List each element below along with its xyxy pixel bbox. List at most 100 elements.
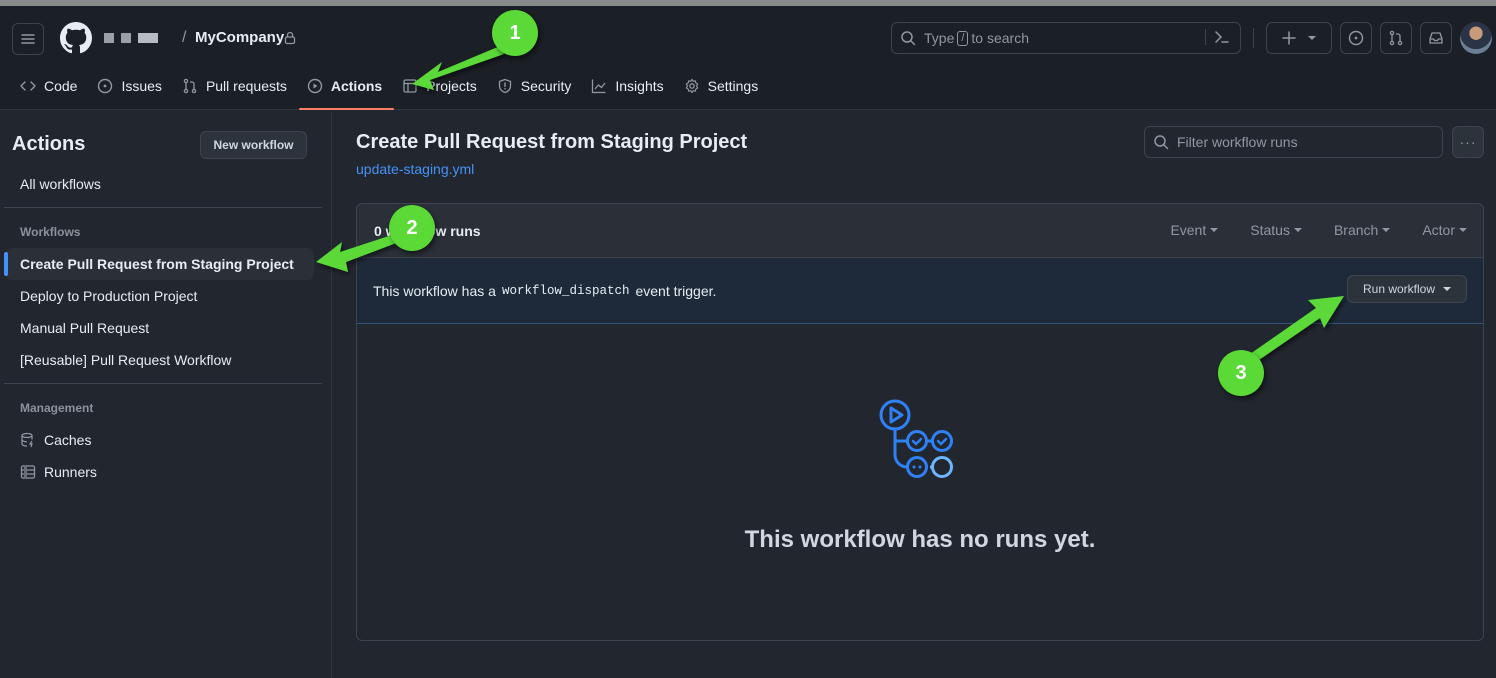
sidebar-item-label: Create Pull Request from Staging Project xyxy=(20,256,294,272)
tab-label: Pull requests xyxy=(205,78,287,94)
runs-filters: Event Status Branch Actor xyxy=(1170,222,1467,238)
sidebar-item-workflow[interactable]: [Reusable] Pull Request Workflow xyxy=(6,344,314,376)
filter-event-dropdown[interactable]: Event xyxy=(1170,222,1219,238)
tab-pull-requests[interactable]: Pull requests xyxy=(174,68,299,104)
filter-label: Status xyxy=(1250,222,1290,238)
inbox-icon xyxy=(1429,32,1443,44)
table-icon xyxy=(403,79,417,93)
run-workflow-label: Run workflow xyxy=(1362,282,1436,296)
sidebar-item-label: [Reusable] Pull Request Workflow xyxy=(20,352,232,368)
repo-header: / MyCompany Type / to search Code Issues xyxy=(0,6,1496,110)
search-placeholder-suffix: to search xyxy=(971,30,1030,46)
chevron-down-icon xyxy=(1308,36,1316,40)
runs-header: 0 workflow runs Event Status Branch Acto… xyxy=(357,204,1483,258)
pull-request-icon xyxy=(1389,30,1403,46)
annotation-badge-1: 1 xyxy=(492,10,538,56)
terminal-icon xyxy=(1215,31,1229,43)
actions-sidebar: Actions New workflow All workflows Workf… xyxy=(0,111,332,678)
sidebar-item-workflow[interactable]: Create Pull Request from Staging Project xyxy=(4,248,314,280)
chevron-down-icon xyxy=(1210,228,1219,232)
tab-projects[interactable]: Projects xyxy=(394,68,489,104)
tab-label: Code xyxy=(44,78,78,94)
filter-status-dropdown[interactable]: Status xyxy=(1250,222,1302,238)
new-workflow-button[interactable]: New workflow xyxy=(200,131,307,159)
sidebar-item-caches[interactable]: Caches xyxy=(6,424,314,456)
tab-label: Security xyxy=(520,78,572,94)
sidebar-item-workflow[interactable]: Deploy to Production Project xyxy=(6,280,314,312)
search-icon xyxy=(1154,135,1169,150)
header-divider xyxy=(1253,28,1254,48)
tab-security[interactable]: Security xyxy=(489,68,584,104)
pull-request-icon xyxy=(183,78,197,94)
sidebar-item-workflow[interactable]: Manual Pull Request xyxy=(6,312,314,344)
sidebar-item-runners[interactable]: Runners xyxy=(6,456,314,488)
repo-tabs: Code Issues Pull requests Actions Projec… xyxy=(0,68,770,110)
shield-icon xyxy=(498,78,511,94)
hamburger-icon xyxy=(21,34,35,44)
sidebar-item-label: Runners xyxy=(44,464,97,480)
user-avatar[interactable] xyxy=(1460,22,1492,54)
issue-icon xyxy=(98,78,113,94)
chevron-down-icon xyxy=(1459,228,1467,232)
sidebar-divider xyxy=(4,207,322,208)
filter-workflow-runs-input[interactable]: Filter workflow runs xyxy=(1144,126,1443,158)
tab-settings[interactable]: Settings xyxy=(676,68,771,104)
code-icon xyxy=(20,81,36,91)
search-shortcut-key: / xyxy=(957,30,969,46)
filter-actor-dropdown[interactable]: Actor xyxy=(1422,222,1467,238)
dispatch-code: workflow_dispatch xyxy=(501,283,630,298)
sidebar-item-label: Manual Pull Request xyxy=(20,320,150,336)
sidebar-section-management: Management xyxy=(20,401,94,415)
chevron-down-icon xyxy=(1382,228,1391,232)
annotation-badge-3: 3 xyxy=(1218,350,1264,396)
workflow-dispatch-banner: This workflow has a workflow_dispatch ev… xyxy=(357,258,1483,324)
tab-code[interactable]: Code xyxy=(12,68,89,104)
issues-button[interactable] xyxy=(1340,22,1372,54)
plus-icon xyxy=(1282,31,1296,45)
dispatch-text-prefix: This workflow has a xyxy=(373,282,496,299)
tab-label: Actions xyxy=(330,78,383,94)
tab-label: Settings xyxy=(707,78,759,94)
tab-insights[interactable]: Insights xyxy=(583,68,675,104)
pull-requests-button[interactable] xyxy=(1380,22,1412,54)
github-logo-icon[interactable] xyxy=(60,22,92,54)
workflow-file-link[interactable]: update-staging.yml xyxy=(356,161,474,177)
sidebar-item-label: All workflows xyxy=(20,176,101,192)
owner-name-redacted[interactable] xyxy=(104,33,158,43)
sidebar-divider xyxy=(4,383,322,384)
filter-label: Event xyxy=(1170,222,1207,238)
search-placeholder-prefix: Type xyxy=(924,30,955,46)
sidebar-title: Actions xyxy=(12,133,86,155)
chevron-down-icon xyxy=(1293,228,1302,232)
workflow-empty-icon xyxy=(879,399,953,478)
sidebar-section-workflows: Workflows xyxy=(20,225,81,239)
lock-icon xyxy=(284,31,296,45)
tab-actions[interactable]: Actions xyxy=(298,68,395,110)
breadcrumb-separator: / xyxy=(182,29,187,46)
tab-issues[interactable]: Issues xyxy=(89,68,173,104)
server-icon xyxy=(20,465,36,479)
menu-button[interactable] xyxy=(12,23,44,55)
repo-name[interactable]: MyCompany xyxy=(195,29,284,46)
issue-icon xyxy=(1348,30,1364,46)
run-workflow-button[interactable]: Run workflow xyxy=(1347,275,1467,303)
sidebar-item-label: Deploy to Production Project xyxy=(20,288,198,304)
empty-state-message: This workflow has no runs yet. xyxy=(744,526,1096,553)
filter-branch-dropdown[interactable]: Branch xyxy=(1333,222,1391,238)
search-icon xyxy=(901,31,916,46)
sidebar-item-label: Caches xyxy=(44,432,92,448)
sidebar-item-all-workflows[interactable]: All workflows xyxy=(6,168,314,200)
filter-label: Actor xyxy=(1422,222,1455,238)
gear-icon xyxy=(685,78,698,94)
cache-icon xyxy=(21,432,33,448)
tab-label: Insights xyxy=(615,78,664,94)
global-search-input[interactable]: Type / to search xyxy=(891,22,1241,54)
annotation-badge-2: 2 xyxy=(389,205,435,251)
graph-icon xyxy=(592,79,606,94)
filter-label: Branch xyxy=(1333,222,1379,238)
inbox-button[interactable] xyxy=(1420,22,1452,54)
dispatch-text-suffix: event trigger. xyxy=(635,282,717,299)
create-new-button[interactable] xyxy=(1266,22,1332,54)
command-palette-button[interactable] xyxy=(1205,29,1230,45)
more-options-button[interactable]: ··· xyxy=(1452,126,1484,158)
